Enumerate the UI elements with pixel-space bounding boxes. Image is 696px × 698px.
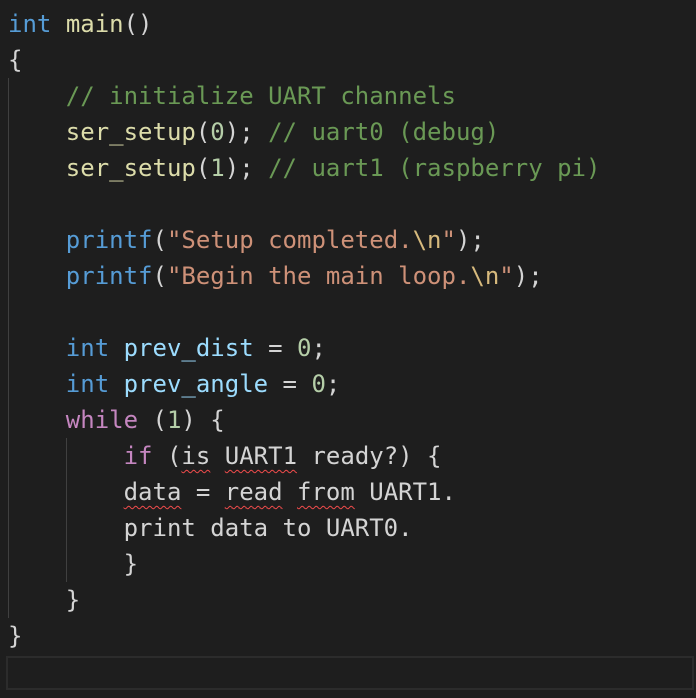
- code-token: );: [513, 262, 543, 290]
- code-token: \n: [470, 262, 500, 290]
- code-token: printf: [65, 226, 153, 254]
- code-token: (: [152, 442, 182, 470]
- code-token: // uart1 (raspberry pi): [268, 154, 601, 182]
- code-line-13[interactable]: if (is UART1 ready?) {: [8, 438, 442, 474]
- code-token: }: [8, 586, 81, 614]
- code-line-7[interactable]: printf("Setup completed.\n");: [8, 222, 485, 258]
- code-token: 1: [210, 154, 225, 182]
- code-token: 0: [311, 370, 326, 398]
- code-token: int: [65, 334, 110, 362]
- code-token: ser_setup: [65, 154, 196, 182]
- code-token: }: [8, 550, 139, 578]
- code-editor[interactable]: int main(){ // initialize UART channels …: [0, 0, 696, 698]
- code-token: (: [138, 406, 167, 434]
- code-token: print data to UART0.: [8, 514, 413, 542]
- code-token-error: from: [297, 478, 355, 506]
- code-token-error: data: [123, 478, 182, 506]
- code-token: ": [441, 226, 456, 254]
- code-token: (: [195, 154, 211, 182]
- code-token: prev_angle: [123, 370, 269, 398]
- code-token: printf: [65, 262, 153, 290]
- code-token: (: [152, 226, 167, 254]
- code-line-10[interactable]: int prev_dist = 0;: [8, 330, 326, 366]
- code-token: \n: [412, 226, 442, 254]
- code-line-17[interactable]: }: [8, 582, 80, 618]
- code-line-4[interactable]: ser_setup(0); // uart0 (debug): [8, 114, 500, 150]
- code-token: ;: [325, 370, 341, 398]
- code-line-12[interactable]: while (1) {: [8, 402, 225, 438]
- code-token-error: is: [181, 442, 211, 470]
- code-token: 1: [166, 406, 182, 434]
- code-token: while: [65, 406, 139, 434]
- code-token: main: [65, 10, 124, 38]
- code-line-11[interactable]: int prev_angle = 0;: [8, 366, 341, 402]
- code-token: "Begin the main loop.: [166, 262, 471, 290]
- code-line-16[interactable]: }: [8, 546, 138, 582]
- current-line-highlight: [6, 656, 694, 690]
- code-token: "Setup completed.: [166, 226, 413, 254]
- code-token: 0: [210, 118, 225, 146]
- code-token: {: [8, 46, 23, 74]
- code-token: ;: [311, 334, 326, 362]
- code-token: prev_dist: [123, 334, 254, 362]
- code-token: }: [8, 622, 23, 650]
- code-line-14[interactable]: data = read from UART1.: [8, 474, 456, 510]
- code-token: (: [195, 118, 211, 146]
- code-line-3[interactable]: // initialize UART channels: [8, 78, 456, 114]
- code-token: int: [65, 370, 110, 398]
- code-token: 0: [297, 334, 312, 362]
- code-token: =: [253, 334, 298, 362]
- code-token: );: [455, 226, 485, 254]
- code-token: =: [181, 478, 225, 506]
- code-token: ser_setup: [65, 118, 196, 146]
- code-token: );: [224, 118, 269, 146]
- code-token: =: [268, 370, 312, 398]
- code-token: ) {: [181, 406, 225, 434]
- code-token: ready?) {: [297, 442, 442, 470]
- code-token: // initialize UART channels: [65, 82, 456, 110]
- code-token-error: read: [224, 478, 283, 506]
- code-line-8[interactable]: printf("Begin the main loop.\n");: [8, 258, 543, 294]
- code-token: // uart0 (debug): [268, 118, 500, 146]
- code-token: );: [224, 154, 269, 182]
- code-token: UART1.: [354, 478, 456, 506]
- code-token-error: UART1: [224, 442, 298, 470]
- code-line-2[interactable]: {: [8, 42, 22, 78]
- code-token: (: [152, 262, 167, 290]
- code-line-18[interactable]: }: [8, 618, 22, 654]
- code-line-1[interactable]: int main(): [8, 6, 153, 42]
- code-token: ": [499, 262, 514, 290]
- code-token: int: [8, 10, 52, 38]
- code-line-5[interactable]: ser_setup(1); // uart1 (raspberry pi): [8, 150, 601, 186]
- code-line-15[interactable]: print data to UART0.: [8, 510, 413, 546]
- code-token: if: [123, 442, 153, 470]
- code-token: (): [123, 10, 153, 38]
